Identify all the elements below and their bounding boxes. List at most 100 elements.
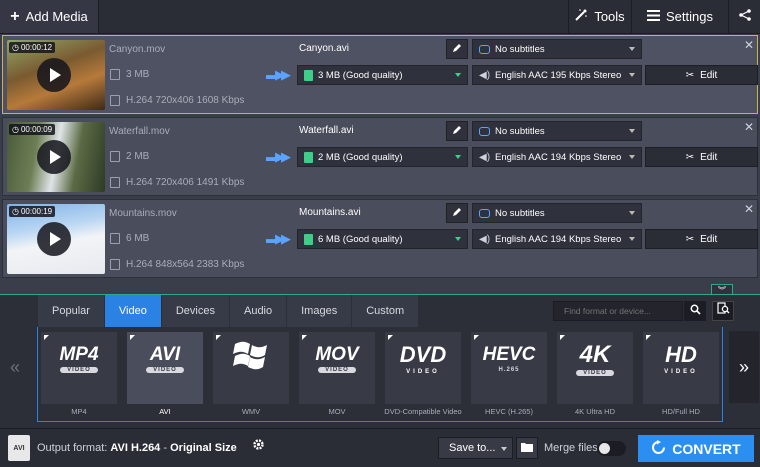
duration-text: 00:00:12 xyxy=(20,43,53,52)
output-size-dropdown[interactable]: 2 MB (Good quality) xyxy=(297,147,468,167)
caret-down-icon xyxy=(501,447,507,451)
rename-button[interactable] xyxy=(446,121,468,141)
device-search-icon xyxy=(716,302,730,320)
play-icon[interactable] xyxy=(37,222,71,256)
format-logo-text: AVI xyxy=(149,343,181,365)
settings-button[interactable]: Settings xyxy=(631,0,728,33)
source-size: 6 MB xyxy=(110,233,149,244)
corner-marker-icon xyxy=(302,335,307,340)
format-wmv[interactable]: WMV xyxy=(213,332,289,416)
edit-button[interactable]: ✂ Edit xyxy=(645,65,758,85)
output-filename: Waterfall.avi xyxy=(299,125,354,136)
format-logo xyxy=(213,332,289,384)
remove-file-icon[interactable]: ✕ xyxy=(744,38,754,52)
tab-devices[interactable]: Devices xyxy=(161,295,230,327)
save-to-dropdown[interactable]: Save to... xyxy=(438,437,513,459)
output-size-text: 6 MB (Good quality) xyxy=(318,233,403,245)
audio-track-dropdown[interactable]: ◀) English AAC 194 Kbps Stereo xyxy=(472,147,642,167)
output-format-value: AVI H.264 xyxy=(110,442,161,454)
remove-file-icon[interactable]: ✕ xyxy=(744,202,754,216)
file-icon xyxy=(304,233,313,245)
video-thumbnail[interactable]: ◷ 00:00:09 xyxy=(7,122,105,192)
caret-down-icon xyxy=(629,155,635,159)
tools-label: Tools xyxy=(594,9,625,24)
format-panel: Popular Video Devices Audio Images Custo… xyxy=(0,294,760,428)
format-mp4[interactable]: MP4 VIDEO MP4 xyxy=(41,332,117,416)
add-media-button[interactable]: + Add Media xyxy=(0,0,99,33)
output-size-dropdown[interactable]: 3 MB (Good quality) xyxy=(297,65,468,85)
audio-track-dropdown[interactable]: ◀) English AAC 194 Kbps Stereo xyxy=(472,229,642,249)
edit-button[interactable]: ✂ Edit xyxy=(645,147,758,167)
source-filename: Mountains.mov xyxy=(109,208,177,219)
tab-audio[interactable]: Audio xyxy=(229,295,288,327)
rename-button[interactable] xyxy=(446,203,468,223)
edit-button[interactable]: ✂ Edit xyxy=(645,229,758,249)
format-logo: MOV VIDEO xyxy=(299,332,375,384)
file-row[interactable]: ◷ 00:00:12 Canyon.mov 3 MB H.264 720x406 … xyxy=(2,35,758,114)
output-separator: - xyxy=(163,442,168,454)
scroll-right-button[interactable]: » xyxy=(729,331,759,403)
audio-track-text: English AAC 195 Kbps Stereo xyxy=(495,69,622,81)
search-button[interactable] xyxy=(684,301,706,321)
film-icon xyxy=(110,259,120,270)
tab-custom[interactable]: Custom xyxy=(352,295,420,327)
corner-marker-icon xyxy=(560,335,565,340)
format-dvd[interactable]: DVD VIDEO DVD-Compatible Video xyxy=(384,332,462,416)
rename-button[interactable] xyxy=(446,39,468,59)
video-thumbnail[interactable]: ◷ 00:00:19 xyxy=(7,204,105,274)
file-row[interactable]: ◷ 00:00:19 Mountains.mov 6 MB H.264 848x5… xyxy=(2,199,758,278)
caret-down-icon xyxy=(629,47,635,51)
settings-label: Settings xyxy=(666,9,713,24)
convert-button[interactable]: CONVERT xyxy=(638,435,754,462)
film-icon xyxy=(110,177,120,188)
format-caption: MP4 xyxy=(71,407,87,416)
subtitles-dropdown[interactable]: No subtitles xyxy=(472,203,642,223)
play-icon[interactable] xyxy=(37,140,71,174)
audio-track-dropdown[interactable]: ◀) English AAC 195 Kbps Stereo xyxy=(472,65,642,85)
format-caption: MOV xyxy=(328,407,346,416)
format-mov[interactable]: MOV VIDEO MOV xyxy=(299,332,375,416)
open-folder-button[interactable] xyxy=(516,437,538,459)
clock-icon: ◷ xyxy=(12,43,19,52)
caret-down-icon xyxy=(455,73,461,77)
edit-label: Edit xyxy=(700,151,718,163)
format-hevc[interactable]: HEVC H.265 HEVC (H.265) xyxy=(471,332,547,416)
format-tag: VIDEO xyxy=(576,369,614,376)
audio-track-text: English AAC 194 Kbps Stereo xyxy=(495,233,622,245)
source-codec-text: H.264 720x406 1491 Kbps xyxy=(126,177,245,188)
tab-images[interactable]: Images xyxy=(287,295,353,327)
tools-button[interactable]: Tools xyxy=(568,0,630,33)
remove-file-icon[interactable]: ✕ xyxy=(744,120,754,134)
tab-popular[interactable]: Popular xyxy=(38,295,105,327)
video-thumbnail[interactable]: ◷ 00:00:12 xyxy=(7,40,105,110)
format-4k[interactable]: 4K VIDEO 4K Ultra HD xyxy=(557,332,633,416)
output-settings-button[interactable] xyxy=(248,437,268,457)
play-icon[interactable] xyxy=(37,58,71,92)
detect-device-button[interactable] xyxy=(712,301,734,321)
source-codec-text: H.264 848x564 2383 Kbps xyxy=(126,259,245,270)
merge-files-toggle[interactable] xyxy=(597,441,626,456)
convert-label: CONVERT xyxy=(672,440,741,457)
subtitles-dropdown[interactable]: No subtitles xyxy=(472,121,642,141)
file-row[interactable]: ◷ 00:00:09 Waterfall.mov 2 MB H.264 720x4… xyxy=(2,117,758,196)
format-logo: HEVC H.265 xyxy=(471,332,547,384)
duration-text: 00:00:19 xyxy=(20,207,53,216)
duration-badge: ◷ 00:00:19 xyxy=(9,206,56,217)
format-logo: AVI VIDEO xyxy=(127,332,203,384)
output-size-dropdown[interactable]: 6 MB (Good quality) xyxy=(297,229,468,249)
scroll-left-button[interactable]: « xyxy=(0,331,30,403)
format-tabs: Popular Video Devices Audio Images Custo… xyxy=(38,295,420,327)
speaker-icon: ◀) xyxy=(479,69,491,81)
tab-video[interactable]: Video xyxy=(104,295,162,327)
share-button[interactable] xyxy=(728,0,760,33)
chevron-right-icon: » xyxy=(738,356,749,377)
output-format-icon: AVI xyxy=(8,435,30,461)
format-search-input[interactable] xyxy=(553,301,683,321)
output-format-label[interactable]: Output format: AVI H.264 - Original Size xyxy=(37,442,237,454)
format-avi[interactable]: AVI VIDEO AVI xyxy=(127,332,203,416)
merge-files-label: Merge files: xyxy=(544,442,601,454)
speaker-icon: ◀) xyxy=(479,233,491,245)
format-hd[interactable]: HD VIDEO HD/Full HD xyxy=(643,332,719,416)
format-tag: H.265 xyxy=(498,366,520,373)
subtitles-dropdown[interactable]: No subtitles xyxy=(472,39,642,59)
